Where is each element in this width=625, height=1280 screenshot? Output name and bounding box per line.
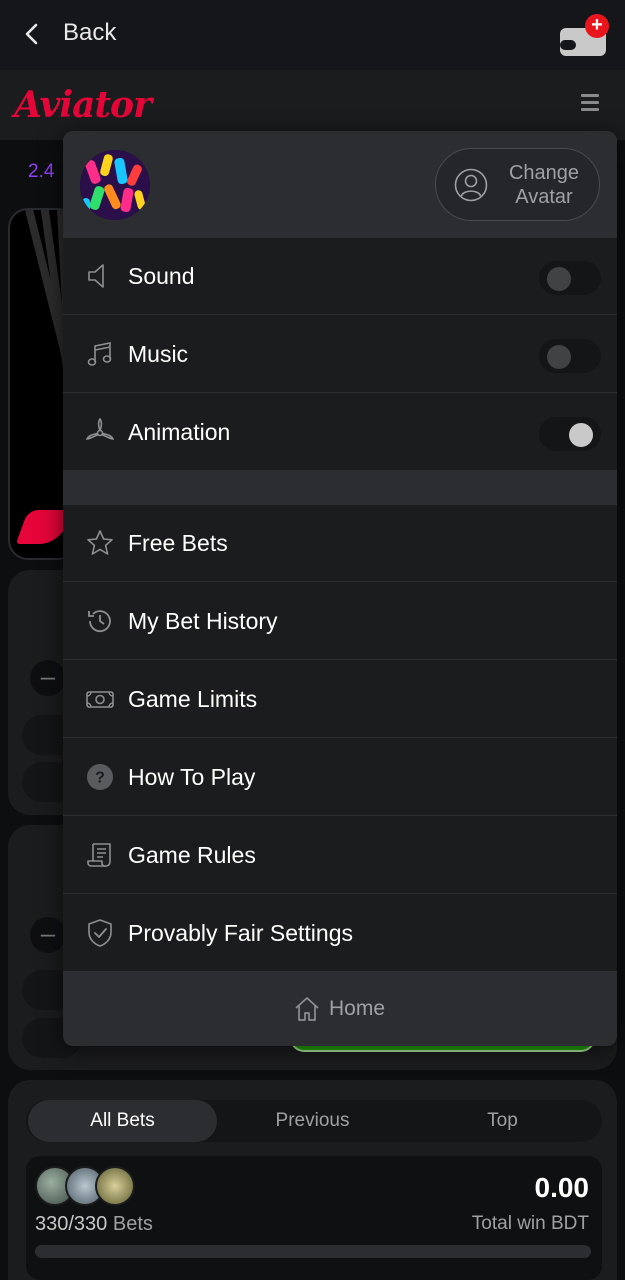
menu-item-label: Music bbox=[128, 341, 189, 367]
sound-toggle[interactable] bbox=[539, 261, 601, 295]
total-win-value: 0.00 bbox=[534, 1172, 590, 1203]
multiplier-history-peek: 2.4 bbox=[28, 161, 55, 182]
menu-item-music: Music bbox=[63, 316, 617, 393]
avatar bbox=[95, 1166, 135, 1206]
menu-item-label: Game Limits bbox=[128, 686, 258, 712]
menu-item-label: Sound bbox=[128, 263, 195, 289]
scroll-icon bbox=[87, 843, 111, 867]
music-note-icon bbox=[87, 342, 112, 366]
menu-item-label: My Bet History bbox=[128, 608, 278, 634]
menu-item-free-bets[interactable]: Free Bets bbox=[63, 505, 617, 582]
menu-item-label: Animation bbox=[128, 419, 231, 445]
total-win-label: Total win BDT bbox=[471, 1213, 589, 1234]
wallet-icon[interactable]: + bbox=[558, 14, 609, 56]
menu-item-animation: Animation bbox=[63, 394, 617, 471]
decrease-bet-button[interactable]: – bbox=[30, 660, 66, 696]
user-avatar[interactable] bbox=[80, 150, 150, 220]
deposit-plus-icon[interactable]: + bbox=[585, 14, 609, 38]
home-button[interactable]: Home bbox=[63, 971, 617, 1046]
speaker-icon bbox=[88, 264, 104, 288]
history-icon bbox=[88, 610, 111, 633]
home-icon bbox=[295, 997, 319, 1021]
change-avatar-label: Change Avatar bbox=[508, 162, 580, 208]
menu-item-game-rules[interactable]: Game Rules bbox=[63, 817, 617, 894]
tab-all-bets[interactable]: All Bets bbox=[28, 1100, 217, 1142]
decrease-bet-button[interactable]: – bbox=[30, 917, 66, 953]
shield-check-icon bbox=[88, 919, 112, 947]
menu-divider bbox=[63, 470, 617, 505]
menu-item-label: Free Bets bbox=[128, 530, 228, 556]
star-icon bbox=[87, 530, 113, 555]
propeller-icon bbox=[85, 417, 115, 440]
menu-item-label: How To Play bbox=[128, 764, 256, 790]
menu-item-sound: Sound bbox=[63, 238, 617, 315]
menu-header: Change Avatar bbox=[63, 131, 617, 238]
menu-item-label: Provably Fair Settings bbox=[128, 920, 353, 946]
tab-previous[interactable]: Previous bbox=[218, 1100, 407, 1142]
menu-item-bet-history[interactable]: My Bet History bbox=[63, 583, 617, 660]
user-icon bbox=[454, 168, 488, 202]
menu-item-provably-fair[interactable]: Provably Fair Settings bbox=[63, 895, 617, 972]
settings-menu: Change Avatar Sound Music Animation Free… bbox=[63, 131, 617, 1046]
svg-text:?: ? bbox=[95, 770, 105, 787]
banknote-icon bbox=[86, 691, 114, 708]
music-toggle[interactable] bbox=[539, 339, 601, 373]
animation-toggle[interactable] bbox=[539, 417, 601, 451]
question-icon: ? bbox=[87, 764, 113, 790]
home-label: Home bbox=[329, 997, 386, 1020]
menu-item-label: Game Rules bbox=[128, 842, 256, 868]
change-avatar-button[interactable]: Change Avatar bbox=[435, 148, 600, 221]
aviator-logo: Aviator bbox=[14, 84, 152, 126]
back-chevron-icon[interactable] bbox=[22, 22, 42, 46]
menu-item-how-to-play[interactable]: ? How To Play bbox=[63, 739, 617, 816]
bets-progress-bar bbox=[35, 1245, 591, 1258]
player-avatars bbox=[35, 1166, 135, 1206]
menu-item-game-limits[interactable]: Game Limits bbox=[63, 661, 617, 738]
tab-top[interactable]: Top bbox=[408, 1100, 597, 1142]
back-button[interactable]: Back bbox=[63, 19, 116, 47]
bets-count: 330/330 Bets bbox=[35, 1213, 153, 1235]
hamburger-menu-icon[interactable] bbox=[581, 94, 599, 112]
